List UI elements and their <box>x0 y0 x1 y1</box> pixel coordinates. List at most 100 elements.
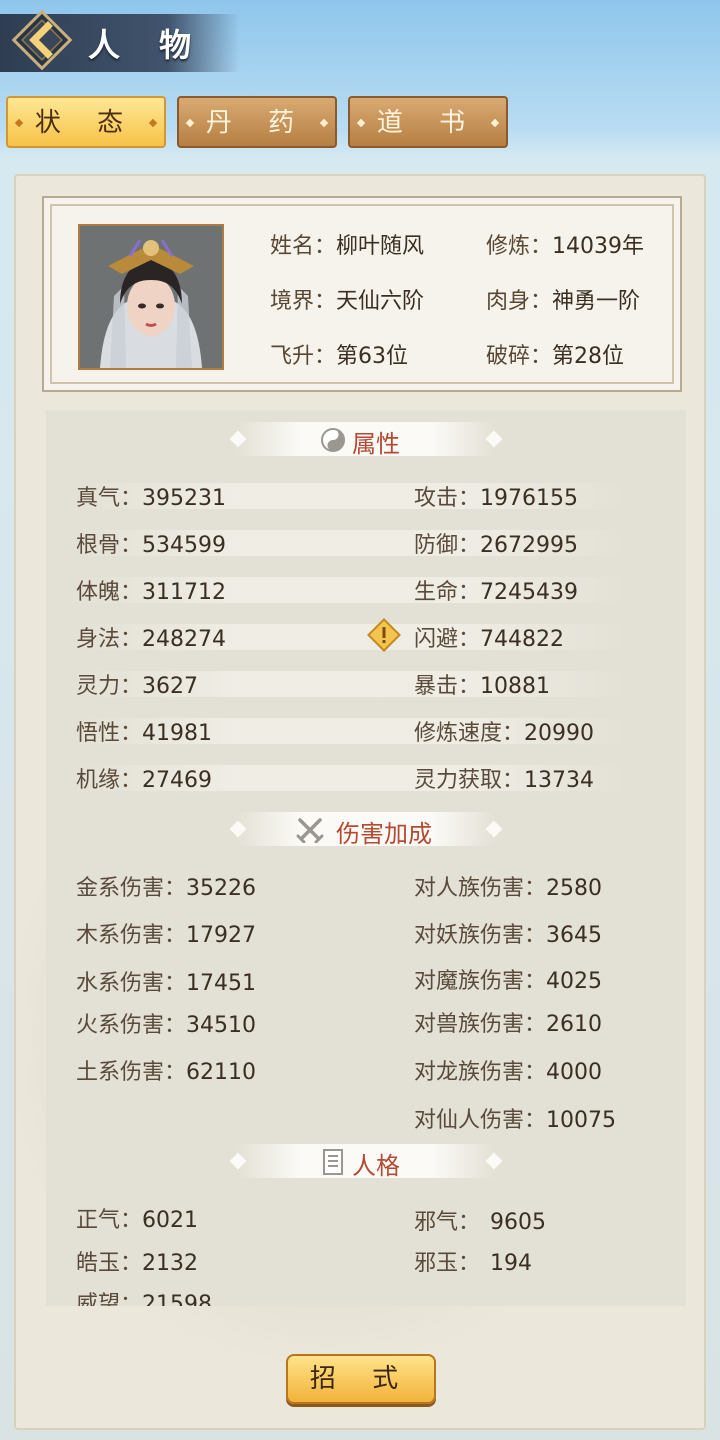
damage-header: 伤害加成 <box>229 812 503 848</box>
stat-label: 水系伤害： <box>76 971 187 996</box>
tab-books[interactable]: 道 书 <box>348 96 508 148</box>
stat-label: 灵力： <box>76 674 143 699</box>
profile-body: 肉身：神勇一阶 <box>486 283 640 315</box>
persona-evil: 邪气： 9605 <box>414 1204 546 1236</box>
personality-header: 人格 <box>229 1144 503 1180</box>
warning-icon[interactable] <box>366 617 402 653</box>
profile-cultivation-value: 14039年 <box>552 234 645 259</box>
dmg-vs-dragon: 对龙族伤害：4000 <box>414 1054 602 1086</box>
tab-label: 状 态 <box>34 108 138 138</box>
stat-value: 4000 <box>546 1060 603 1085</box>
stat-label: 身法： <box>76 627 143 652</box>
stat-value: 41981 <box>142 721 213 746</box>
stat-value: 311712 <box>142 580 226 605</box>
stat-label: 对龙族伤害： <box>414 1060 547 1085</box>
tab-elixirs[interactable]: 丹 药 <box>177 96 337 148</box>
tab-ornament <box>490 118 500 128</box>
stat-label: 金系伤害： <box>76 876 187 901</box>
skills-button[interactable]: 招 式 <box>286 1354 436 1404</box>
stat-label: 灵力获取： <box>414 768 525 793</box>
stat-label: 威望： <box>76 1292 143 1306</box>
header-ornament <box>485 1152 503 1170</box>
stat-label: 皓玉： <box>76 1251 143 1276</box>
stat-spirit-gain: 灵力获取：13734 <box>414 762 594 794</box>
stat-defense: 防御：2672995 <box>414 527 578 559</box>
stat-value: 194 <box>490 1251 533 1276</box>
stats-scroll-area[interactable]: 属性 真气：395231 根骨：534599 体魄：311712 身法：2482… <box>46 410 686 1306</box>
stat-label: 对妖族伤害： <box>414 923 547 948</box>
scroll-document-icon <box>323 1149 343 1175</box>
stat-value: 2580 <box>546 876 603 901</box>
stat-label: 对人族伤害： <box>414 876 547 901</box>
back-button[interactable] <box>8 6 76 74</box>
profile-cultivation-label: 修炼： <box>486 234 553 259</box>
stat-crit: 暴击：10881 <box>414 668 550 700</box>
profile-ascension-value: 第63位 <box>336 344 409 369</box>
stat-tipo: 体魄：311712 <box>76 574 226 606</box>
stat-value: 744822 <box>480 627 564 652</box>
stat-value: 1976155 <box>480 486 578 511</box>
dmg-earth: 土系伤害：62110 <box>76 1054 256 1086</box>
tab-label: 道 书 <box>376 108 480 138</box>
stat-lingli: 灵力：3627 <box>76 668 198 700</box>
stat-value: 35226 <box>186 876 257 901</box>
stat-value: 20990 <box>524 721 595 746</box>
persona-white-jade: 皓玉：2132 <box>76 1245 198 1277</box>
tab-status[interactable]: 状 态 <box>6 96 166 148</box>
page-title: 人 物 <box>88 26 206 64</box>
stat-label: 闪避： <box>414 627 481 652</box>
profile-shatter-label: 破碎： <box>486 344 553 369</box>
tab-ornament <box>356 118 366 128</box>
stat-label: 生命： <box>414 580 481 605</box>
stat-label: 对仙人伤害： <box>414 1108 547 1133</box>
attributes-title: 属性 <box>352 430 400 458</box>
stat-value: 27469 <box>142 768 213 793</box>
stat-label: 邪玉： <box>414 1251 481 1276</box>
stat-value: 13734 <box>524 768 595 793</box>
stat-value: 34510 <box>186 1013 257 1038</box>
stat-label: 暴击： <box>414 674 481 699</box>
profile-ascension: 飞升：第63位 <box>270 338 408 370</box>
stat-value: 4025 <box>546 969 603 994</box>
profile-name-label: 姓名： <box>270 234 337 259</box>
tab-ornament <box>185 118 195 128</box>
crossed-swords-icon <box>296 818 324 843</box>
stat-label: 邪气： <box>414 1210 481 1235</box>
profile-card: 姓名：柳叶随风 修炼：14039年 境界：天仙六阶 肉身：神勇一阶 飞升：第63… <box>42 196 682 392</box>
dmg-water: 水系伤害：17451 <box>76 965 256 997</box>
avatar <box>78 224 224 370</box>
persona-evil-jade: 邪玉： 194 <box>414 1245 532 1277</box>
profile-shatter: 破碎：第28位 <box>486 338 624 370</box>
stat-label: 对兽族伤害： <box>414 1012 547 1037</box>
profile-cultivation: 修炼：14039年 <box>486 228 644 260</box>
stat-label: 对魔族伤害： <box>414 969 547 994</box>
header-ornament <box>485 820 503 838</box>
header-ornament <box>229 1152 247 1170</box>
profile-body-value: 神勇一阶 <box>552 289 641 314</box>
stat-label: 土系伤害： <box>76 1060 187 1085</box>
profile-realm-value: 天仙六阶 <box>336 289 425 314</box>
chevron-left-icon <box>11 9 73 71</box>
stat-value: 7245439 <box>480 580 578 605</box>
profile-name-value: 柳叶随风 <box>336 234 425 259</box>
stat-label: 防御： <box>414 533 481 558</box>
profile-name: 姓名：柳叶随风 <box>270 228 424 260</box>
dmg-vs-devil: 对魔族伤害：4025 <box>414 963 602 995</box>
stat-shenfa: 身法：248274 <box>76 621 226 653</box>
stat-value: 3627 <box>142 674 199 699</box>
dmg-vs-demon: 对妖族伤害：3645 <box>414 917 602 949</box>
personality-title: 人格 <box>352 1152 400 1180</box>
header-ornament <box>485 430 503 448</box>
stat-dodge: 闪避：744822 <box>414 621 564 653</box>
stat-label: 悟性： <box>76 721 143 746</box>
stat-label: 攻击： <box>414 486 481 511</box>
profile-realm: 境界：天仙六阶 <box>270 283 424 315</box>
profile-realm-label: 境界： <box>270 289 337 314</box>
stat-label: 根骨： <box>76 533 143 558</box>
stat-value: 2610 <box>546 1012 603 1037</box>
dmg-wood: 木系伤害：17927 <box>76 917 256 949</box>
stat-value: 395231 <box>142 486 226 511</box>
stat-label: 修炼速度： <box>414 721 525 746</box>
stat-cultivation-speed: 修炼速度：20990 <box>414 715 594 747</box>
dmg-fire: 火系伤害：34510 <box>76 1007 256 1039</box>
